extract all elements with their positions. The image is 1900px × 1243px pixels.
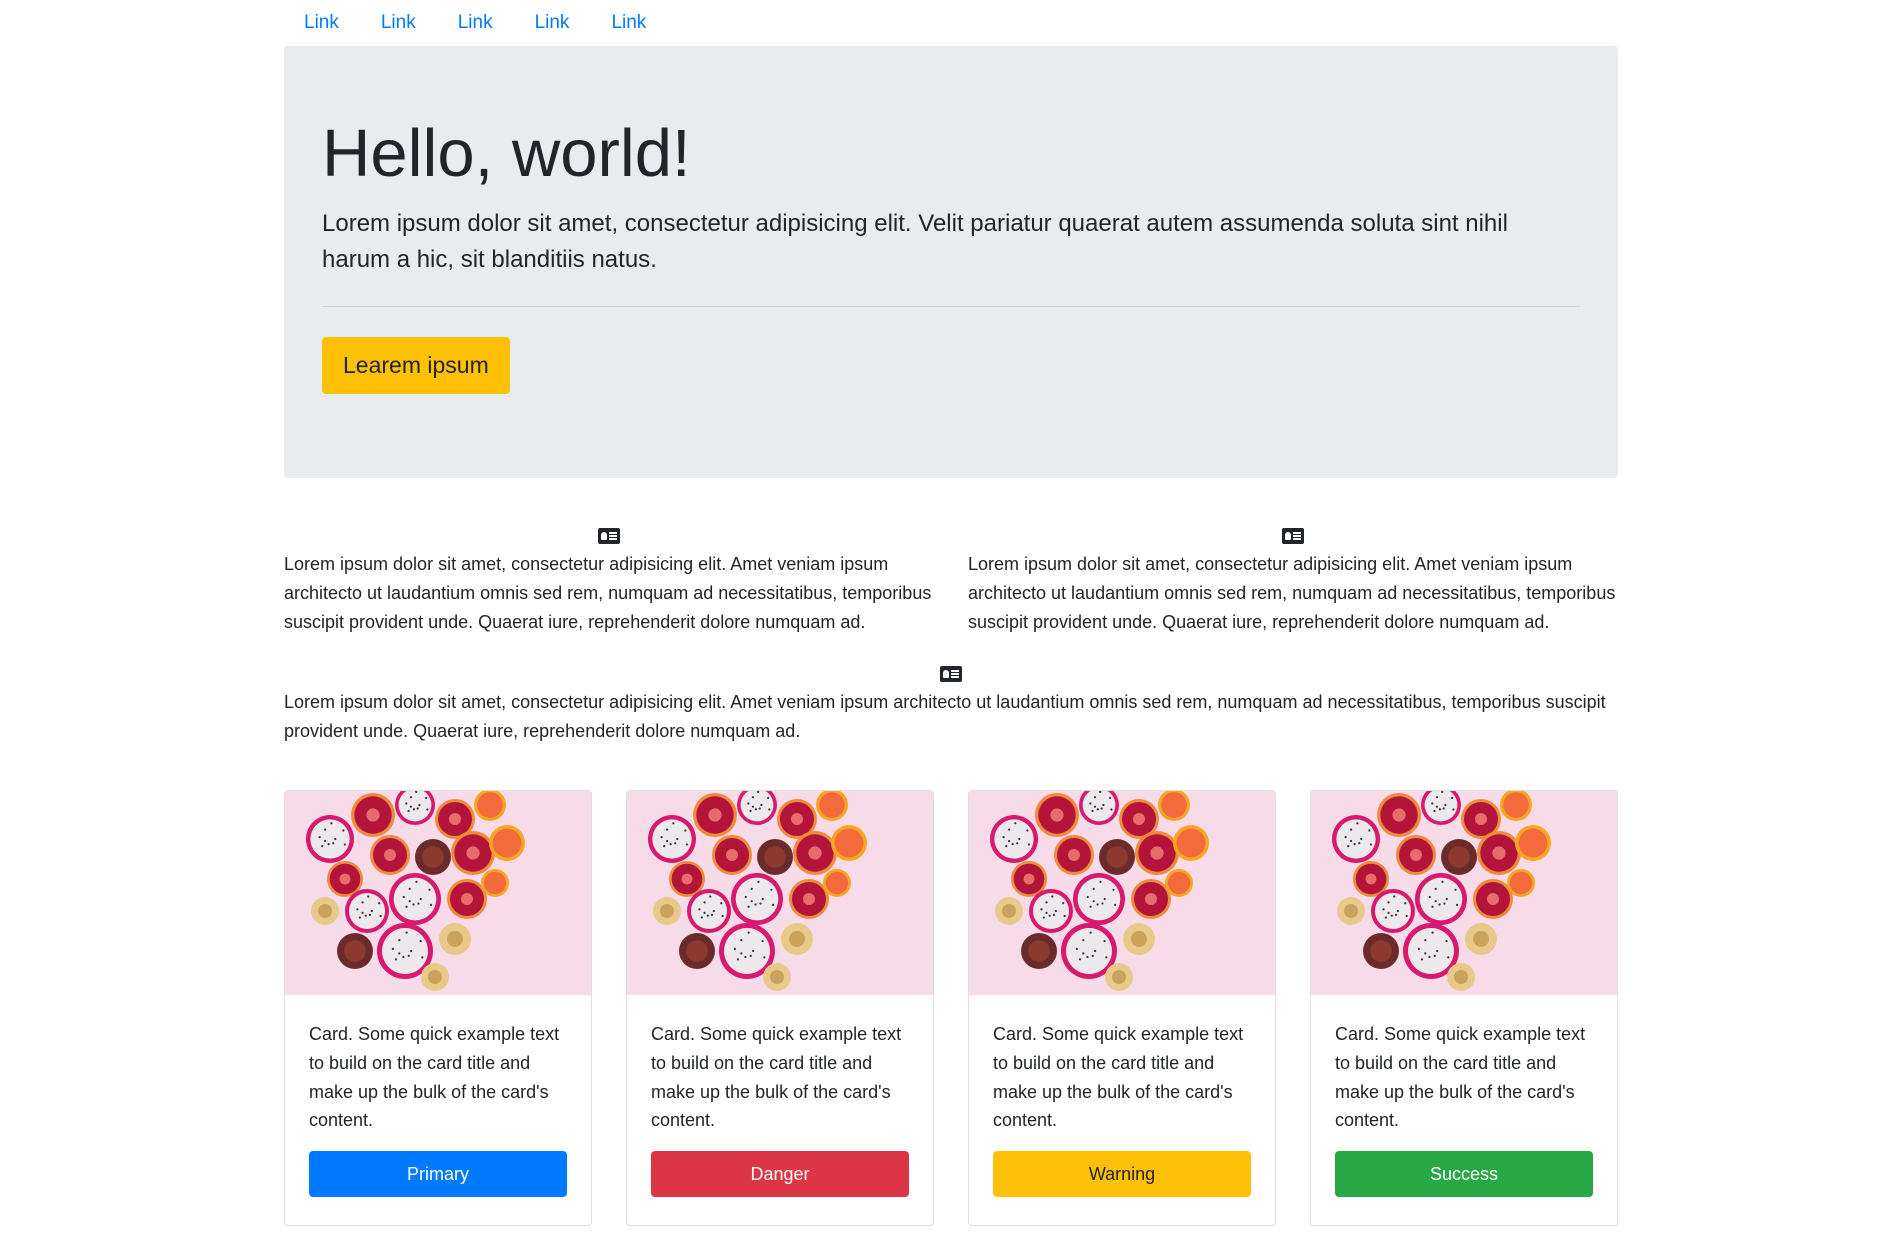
card: Card. Some quick example text to build o… [626,789,934,1226]
feature-item: Lorem ipsum dolor sit amet, consectetur … [284,524,934,636]
jumbotron-lead: Lorem ipsum dolor sit amet, consectetur … [322,210,1508,274]
fruit-image [648,790,867,991]
card-image [1311,790,1617,995]
nav-link-2[interactable]: Link [381,12,416,34]
cards-row: Card. Some quick example text to build o… [284,789,1618,1226]
id-card-icon [940,666,962,683]
nav-link-5[interactable]: Link [611,12,646,34]
learem-ipsum-button[interactable]: Learem ipsum [322,337,510,395]
feature-item: Lorem ipsum dolor sit amet, consectetur … [284,662,1618,746]
card-text: Card. Some quick example text to build o… [993,1023,1244,1131]
fruit-image [990,790,1209,991]
card-image [969,790,1275,995]
nav-link-4[interactable]: Link [535,12,570,34]
card-image [285,790,591,995]
card: Card. Some quick example text to build o… [284,789,592,1226]
warning-button[interactable]: Warning [993,1151,1251,1198]
card: Card. Some quick example text to build o… [968,789,1276,1226]
jumbotron: Hello, world! Lorem ipsum dolor sit amet… [284,46,1618,478]
card-text: Card. Some quick example text to build o… [1335,1023,1586,1131]
top-nav: Link Link Link Link Link [284,0,1618,46]
feature-item: Lorem ipsum dolor sit amet, consectetur … [968,524,1618,636]
danger-button[interactable]: Danger [651,1151,909,1198]
card-text: Card. Some quick example text to build o… [651,1023,902,1131]
feature-text: Lorem ipsum dolor sit amet, consectetur … [284,554,932,632]
card-text: Card. Some quick example text to build o… [309,1023,560,1131]
page-container: Link Link Link Link Link Hello, world! L… [284,0,1618,1226]
feature-text: Lorem ipsum dolor sit amet, consectetur … [284,692,1606,742]
card-image [627,790,933,995]
card: Card. Some quick example text to build o… [1310,789,1618,1226]
feature-text: Lorem ipsum dolor sit amet, consectetur … [968,554,1616,632]
primary-button[interactable]: Primary [309,1151,567,1198]
features-section: Lorem ipsum dolor sit amet, consectetur … [284,524,1618,746]
jumbotron-title: Hello, world! [322,116,691,191]
id-card-icon [598,528,620,544]
success-button[interactable]: Success [1335,1151,1593,1198]
fruit-image [1332,790,1551,991]
jumbotron-divider [322,306,1580,308]
nav-link-3[interactable]: Link [458,12,493,34]
fruit-image [306,790,525,991]
nav-link-1[interactable]: Link [304,12,339,34]
features-row: Lorem ipsum dolor sit amet, consectetur … [284,524,1618,636]
id-card-icon [1282,528,1304,544]
